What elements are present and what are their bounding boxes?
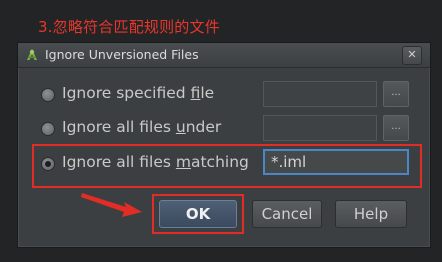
radio-ignore-specified-file[interactable] <box>41 88 55 102</box>
browse-directory-button[interactable]: ... <box>383 115 409 141</box>
option-ignore-files-under[interactable]: Ignore all files under <box>18 116 268 142</box>
dialog-titlebar: Ignore Unversioned Files ✕ <box>18 43 430 68</box>
specified-file-field[interactable] <box>263 81 377 107</box>
close-button[interactable]: ✕ <box>402 46 422 65</box>
files-under-field[interactable] <box>263 115 377 141</box>
android-studio-icon <box>27 49 37 60</box>
option-label: Ignore specified file <box>62 84 215 102</box>
red-pointer-arrow-icon <box>81 193 142 217</box>
ellipsis-icon: ... <box>391 121 401 132</box>
highlight-box-matching-row <box>32 144 422 188</box>
help-button[interactable]: Help <box>335 200 407 228</box>
annotation-caption: 3.忽略符合匹配规则的文件 <box>38 18 220 36</box>
radio-ignore-files-under[interactable] <box>41 122 55 136</box>
close-icon: ✕ <box>407 48 417 61</box>
option-ignore-specified-file[interactable]: Ignore specified file <box>18 82 268 108</box>
cancel-button[interactable]: Cancel <box>252 200 322 228</box>
dialog-title: Ignore Unversioned Files <box>45 47 199 62</box>
option-label: Ignore all files under <box>62 118 222 136</box>
browse-file-button[interactable]: ... <box>383 81 409 107</box>
highlight-box-ok-button <box>152 194 244 234</box>
ellipsis-icon: ... <box>391 87 401 98</box>
